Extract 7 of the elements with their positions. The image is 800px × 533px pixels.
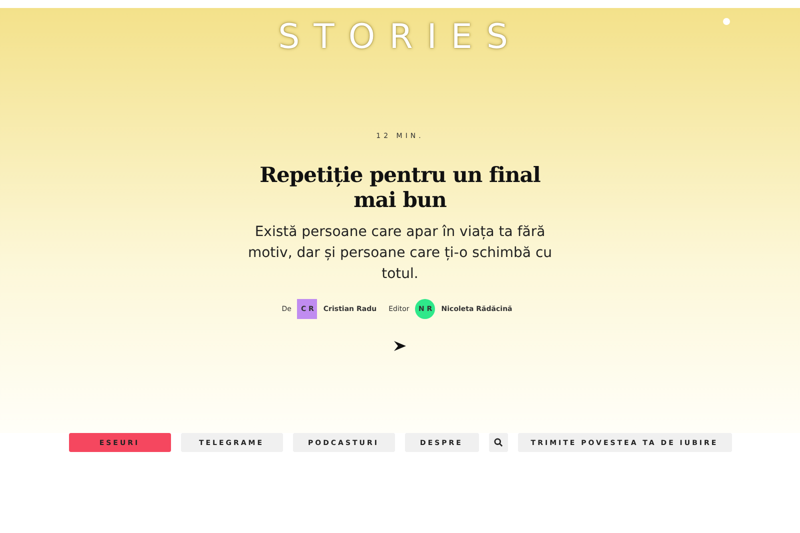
logo: STORIES bbox=[278, 20, 522, 54]
dot-icon bbox=[723, 18, 730, 25]
article-summary: Există persoane care apar în viața ta fără motiv, dar și persoane care ți-o schimbă cu totul. bbox=[246, 223, 554, 284]
search-button[interactable] bbox=[488, 433, 508, 452]
article-title: Repetiție pentru un final mai bun bbox=[258, 162, 542, 212]
arrow-icon[interactable] bbox=[394, 341, 406, 351]
search-icon bbox=[494, 438, 502, 447]
